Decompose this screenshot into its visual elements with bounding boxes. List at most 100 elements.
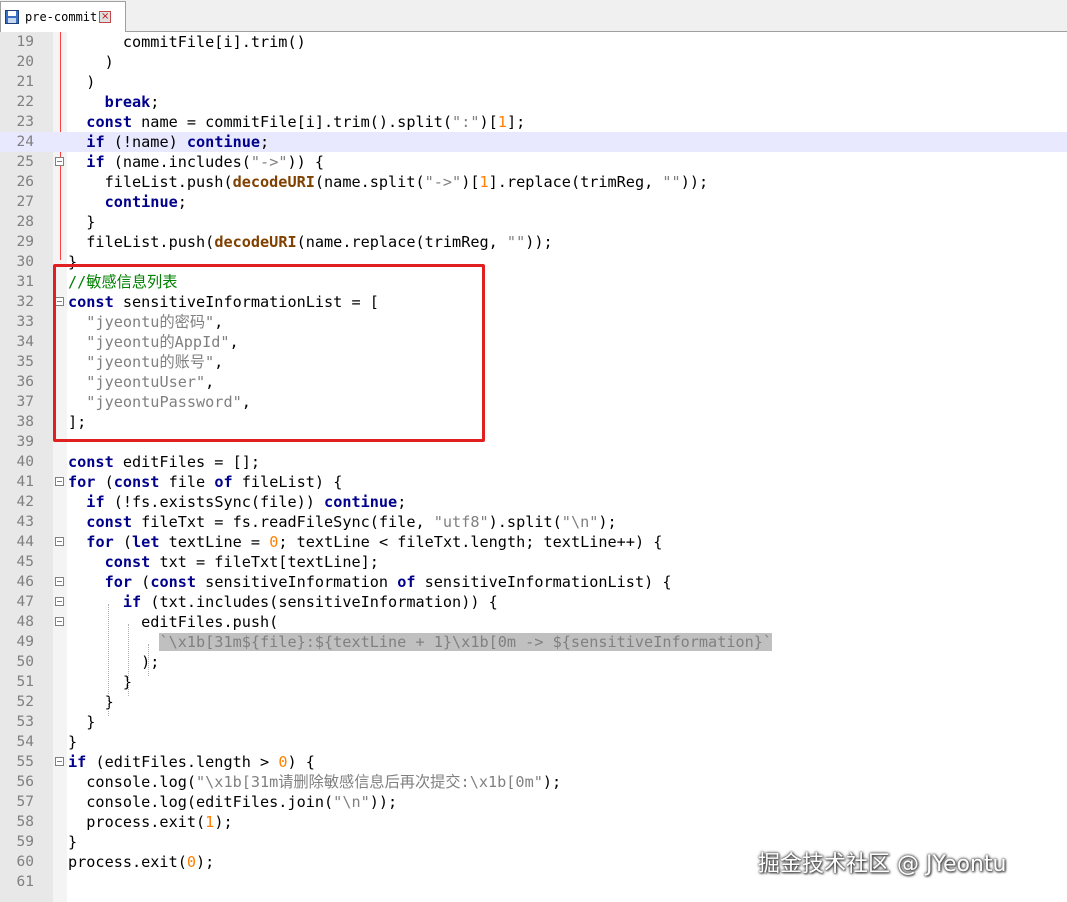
code-line[interactable]: 24 if (!name) continue;	[0, 132, 1067, 152]
code-line[interactable]: 47 if (txt.includes(sensitiveInformation…	[0, 592, 1067, 612]
code-token: ""	[506, 233, 526, 251]
code-line[interactable]: 36 "jyeontuUser",	[0, 372, 1067, 392]
code-line[interactable]: 28 }	[0, 212, 1067, 232]
code-line[interactable]: 43 const fileTxt = fs.readFileSync(file,…	[0, 512, 1067, 532]
code-token: decodeURI	[214, 233, 297, 251]
code-text: //敏感信息列表	[68, 272, 177, 292]
line-number: 42	[16, 494, 34, 510]
code-token: sensitiveInformation	[196, 573, 398, 591]
line-number: 45	[16, 554, 34, 570]
code-token: }	[68, 213, 96, 231]
code-line[interactable]: 35 "jyeontu的账号",	[0, 352, 1067, 372]
code-token: );	[214, 813, 233, 831]
code-token: (name.split(	[314, 173, 425, 191]
code-text: const sensitiveInformationList = [	[68, 292, 379, 312]
code-text: }	[68, 712, 95, 732]
code-line[interactable]: 46 for (const sensitiveInformation of se…	[0, 572, 1067, 592]
code-line[interactable]: 34 "jyeontu的AppId",	[0, 332, 1067, 352]
close-icon[interactable]: ×	[99, 11, 112, 23]
code-line[interactable]: 30}	[0, 252, 1067, 272]
code-token: for	[104, 573, 133, 591]
code-line[interactable]: 52 }	[0, 692, 1067, 712]
code-line[interactable]: 58 process.exit(1);	[0, 812, 1067, 832]
code-token: "\n"	[561, 513, 599, 531]
code-line[interactable]: 44 for (let textLine = 0; textLine < fil…	[0, 532, 1067, 552]
code-line[interactable]: 42 if (!fs.existsSync(file)) continue;	[0, 492, 1067, 512]
code-line[interactable]: 49 `\x1b[31m${file}:${textLine + 1}\x1b[…	[0, 632, 1067, 652]
code-line[interactable]: 32 const sensitiveInformationList = [	[0, 292, 1067, 312]
code-line[interactable]: 23 const name = commitFile[i].trim().spl…	[0, 112, 1067, 132]
code-line[interactable]: 55 if (editFiles.length > 0) {	[0, 752, 1067, 772]
code-token: 1	[479, 173, 489, 191]
code-token: 1	[497, 113, 507, 131]
code-line[interactable]: 31 //敏感信息列表	[0, 272, 1067, 292]
code-line[interactable]: 29 fileList.push(decodeURI(name.replace(…	[0, 232, 1067, 252]
code-line[interactable]: 27 continue;	[0, 192, 1067, 212]
code-line[interactable]: 48 editFiles.push(	[0, 612, 1067, 632]
code-text: }	[68, 672, 132, 692]
code-line[interactable]: 41 for (const file of fileList) {	[0, 472, 1067, 492]
code-text: "jyeontuPassword",	[68, 392, 251, 412]
code-editor[interactable]: 19 commitFile[i].trim() 20 ) 21 ) 22 break;…	[0, 32, 1067, 902]
fold-toggle-icon[interactable]	[55, 617, 64, 626]
code-text: }	[68, 692, 114, 712]
code-token: }	[68, 833, 78, 851]
code-line[interactable]: 40 const editFiles = [];	[0, 452, 1067, 472]
code-line[interactable]: 50 );	[0, 652, 1067, 672]
fold-toggle-icon[interactable]	[55, 597, 64, 606]
line-number: 53	[16, 714, 34, 730]
code-line[interactable]: 54}	[0, 732, 1067, 752]
code-line[interactable]: 39	[0, 432, 1067, 452]
code-token: 1	[205, 813, 215, 831]
code-line[interactable]: 21 )	[0, 72, 1067, 92]
code-line[interactable]: 25 if (name.includes("->")) {	[0, 152, 1067, 172]
fold-toggle-icon[interactable]	[55, 157, 64, 166]
fold-toggle-icon[interactable]	[55, 577, 64, 586]
code-token: )[	[461, 173, 480, 191]
code-token: );	[542, 773, 562, 791]
line-number: 37	[16, 394, 34, 410]
code-token: "jyeontu的账号"	[86, 353, 215, 371]
code-token: continue	[324, 493, 398, 511]
code-token: }	[68, 253, 78, 271]
code-line[interactable]: 19 commitFile[i].trim()	[0, 32, 1067, 52]
code-token: continue	[104, 193, 178, 211]
line-number: 49	[16, 634, 34, 650]
code-token: ));	[680, 173, 709, 191]
code-line[interactable]: 45 const txt = fileTxt[textLine];	[0, 552, 1067, 572]
code-token: ) {	[287, 753, 315, 771]
code-line[interactable]: 22 break;	[0, 92, 1067, 112]
code-token: (name.includes(	[104, 153, 251, 171]
fold-toggle-icon[interactable]	[55, 297, 64, 306]
code-token: const	[86, 113, 133, 131]
code-token: "jyeontu的密码"	[86, 313, 215, 331]
code-line[interactable]: 37 "jyeontuPassword",	[0, 392, 1067, 412]
code-line[interactable]: 38];	[0, 412, 1067, 432]
line-number: 47	[16, 594, 34, 610]
code-token: }	[68, 713, 96, 731]
code-token: ,	[229, 333, 239, 351]
code-token: "\n"	[333, 793, 370, 811]
fold-toggle-icon[interactable]	[55, 477, 64, 486]
code-line[interactable]: 53 }	[0, 712, 1067, 732]
fold-toggle-icon[interactable]	[55, 537, 64, 546]
line-number: 41	[16, 474, 34, 490]
fold-toggle-icon[interactable]	[55, 757, 64, 766]
code-line[interactable]: 20 )	[0, 52, 1067, 72]
code-line[interactable]: 26 fileList.push(decodeURI(name.split("-…	[0, 172, 1067, 192]
code-line[interactable]: 51 }	[0, 672, 1067, 692]
code-line[interactable]: 57 console.log(editFiles.join("\n"));	[0, 792, 1067, 812]
line-number: 35	[16, 354, 34, 370]
code-line[interactable]: 33 "jyeontu的密码",	[0, 312, 1067, 332]
code-token: if	[86, 493, 105, 511]
code-token: }	[68, 673, 133, 691]
code-token: ;	[177, 193, 187, 211]
code-line[interactable]: 56 console.log("\x1b[31m请删除敏感信息后再次提交:\x1…	[0, 772, 1067, 792]
line-number: 28	[16, 214, 34, 230]
file-tab[interactable]: pre-commit ×	[0, 1, 126, 32]
